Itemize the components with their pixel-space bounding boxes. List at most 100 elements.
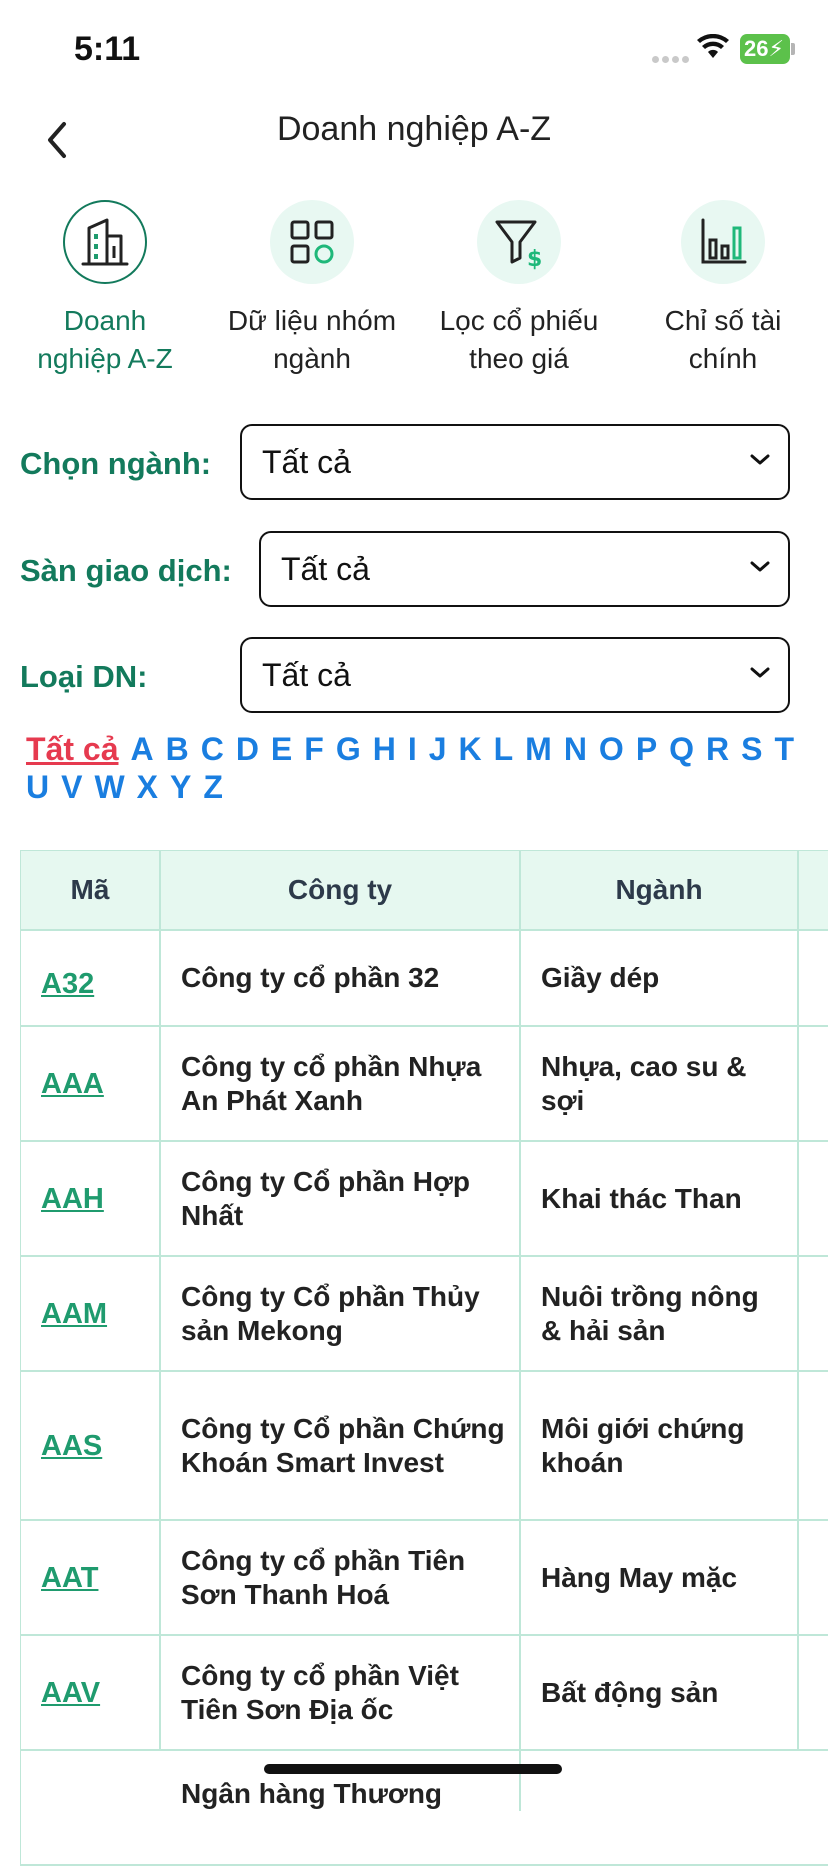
company-cell: Công ty Cổ phần Thủy sản Mekong bbox=[161, 1257, 521, 1370]
letter-g[interactable]: G bbox=[336, 730, 361, 768]
letter-a[interactable]: A bbox=[130, 730, 153, 768]
exchange-select[interactable]: Tất cả bbox=[259, 531, 790, 607]
battery-indicator: 26⚡ bbox=[740, 34, 790, 64]
code-cell: AAM bbox=[21, 1257, 161, 1370]
letter-p[interactable]: P bbox=[636, 730, 657, 768]
bar-chart-icon bbox=[701, 218, 747, 264]
letter-t[interactable]: T bbox=[775, 730, 795, 768]
code-cell: AAA bbox=[21, 1027, 161, 1140]
tab-loc-co-phieu-theo-gia[interactable]: $ Lọc cổ phiếu theo giá bbox=[414, 200, 624, 378]
letter-q[interactable]: Q bbox=[669, 730, 694, 768]
letter-l[interactable]: L bbox=[494, 730, 514, 768]
tab-du-lieu-nhom-nganh[interactable]: Dữ liệu nhóm ngành bbox=[207, 200, 417, 378]
letter-all[interactable]: Tất cả bbox=[26, 730, 118, 768]
tab-icon-circle: $ bbox=[477, 200, 561, 284]
status-bar: 5:11 26⚡ bbox=[0, 0, 828, 100]
letter-b[interactable]: B bbox=[166, 730, 189, 768]
letter-r[interactable]: R bbox=[706, 730, 729, 768]
tab-doanh-nghiep-a-z[interactable]: Doanh nghiệp A-Z bbox=[0, 200, 210, 378]
letter-o[interactable]: O bbox=[599, 730, 624, 768]
company-cell: Công ty cổ phần Nhựa An Phát Xanh bbox=[161, 1027, 521, 1140]
industry-cell: Giầy dép bbox=[521, 931, 799, 1025]
letter-k[interactable]: K bbox=[459, 730, 482, 768]
header-industry: Ngành bbox=[521, 851, 799, 929]
company-cell: Công ty cổ phần 32 bbox=[161, 931, 521, 1025]
letter-x[interactable]: X bbox=[137, 768, 158, 806]
letter-d[interactable]: D bbox=[236, 730, 259, 768]
status-time: 5:11 bbox=[74, 30, 141, 68]
letter-e[interactable]: E bbox=[271, 730, 292, 768]
header-extra bbox=[799, 851, 828, 929]
letter-i[interactable]: I bbox=[408, 730, 417, 768]
table-row[interactable]: AAA Công ty cổ phần Nhựa An Phát Xanh Nh… bbox=[21, 1027, 828, 1142]
letter-y[interactable]: Y bbox=[170, 768, 191, 806]
table-row[interactable]: AAT Công ty cổ phần Tiên Sơn Thanh Hoá H… bbox=[21, 1521, 828, 1636]
tab-icon-circle bbox=[63, 200, 147, 284]
letter-m[interactable]: M bbox=[525, 730, 552, 768]
letter-j[interactable]: J bbox=[429, 730, 447, 768]
letter-s[interactable]: S bbox=[741, 730, 762, 768]
filter-exchange: Sàn giao dịch: Tất cả bbox=[20, 531, 790, 611]
extra-cell bbox=[799, 1142, 828, 1255]
tab-label: Chỉ số tài chính bbox=[664, 305, 782, 374]
filter-industry: Chọn ngành: Tất cả bbox=[20, 424, 790, 504]
battery-tip bbox=[791, 43, 795, 55]
cellular-signal-icon bbox=[652, 50, 692, 68]
letter-v[interactable]: V bbox=[61, 768, 82, 806]
industry-select-value: Tất cả bbox=[262, 444, 351, 480]
chevron-down-icon bbox=[750, 561, 770, 572]
stock-code-link[interactable]: AAM bbox=[41, 1297, 107, 1331]
chevron-down-icon bbox=[750, 454, 770, 465]
extra-cell bbox=[799, 1027, 828, 1140]
industry-cell: Môi giới chứng khoán bbox=[521, 1372, 799, 1519]
table-row[interactable]: AAS Công ty Cổ phần Chứng Khoán Smart In… bbox=[21, 1372, 828, 1521]
tab-icon-circle bbox=[270, 200, 354, 284]
stock-code-link[interactable]: AAV bbox=[41, 1676, 100, 1710]
company-cell: Công ty cổ phần Việt Tiên Sơn Địa ốc bbox=[161, 1636, 521, 1749]
letter-c[interactable]: C bbox=[201, 730, 224, 768]
alphabet-filter: Tất cả A B C D E F G H I J K L M N O P Q R S T U V W X Y Z bbox=[26, 730, 816, 806]
stock-code-link[interactable]: AAS bbox=[41, 1429, 102, 1463]
industry-cell: Nuôi trồng nông & hải sản bbox=[521, 1257, 799, 1370]
svg-text:$: $ bbox=[527, 247, 542, 270]
letter-w[interactable]: W bbox=[94, 768, 124, 806]
extra-cell bbox=[799, 1257, 828, 1370]
code-cell: AAS bbox=[21, 1372, 161, 1519]
stock-code-link[interactable]: AAT bbox=[41, 1561, 98, 1595]
table-row[interactable]: A32 Công ty cổ phần 32 Giầy dép bbox=[21, 931, 828, 1027]
stock-code-link[interactable]: A32 bbox=[41, 967, 94, 1001]
letter-n[interactable]: N bbox=[564, 730, 587, 768]
table-row[interactable]: AAV Công ty cổ phần Việt Tiên Sơn Địa ốc… bbox=[21, 1636, 828, 1751]
type-select[interactable]: Tất cả bbox=[240, 637, 790, 713]
company-cell: Công ty Cổ phần Chứng Khoán Smart Invest bbox=[161, 1372, 521, 1519]
table-row[interactable]: AAM Công ty Cổ phần Thủy sản Mekong Nuôi… bbox=[21, 1257, 828, 1372]
stock-code-link[interactable]: AAA bbox=[41, 1067, 104, 1101]
stock-code-link[interactable]: AAH bbox=[41, 1182, 104, 1216]
table-row[interactable]: AAH Công ty Cổ phần Hợp Nhất Khai thác T… bbox=[21, 1142, 828, 1257]
filter-industry-label: Chọn ngành: bbox=[20, 446, 212, 481]
tab-chi-so-tai-chinh[interactable]: Chỉ số tài chính bbox=[618, 200, 828, 378]
company-cell: Công ty cổ phần Tiên Sơn Thanh Hoá bbox=[161, 1521, 521, 1634]
extra-cell bbox=[799, 1372, 828, 1519]
header: Doanh nghiệp A-Z bbox=[0, 100, 828, 180]
filter-exchange-label: Sàn giao dịch: bbox=[20, 553, 232, 588]
industry-select[interactable]: Tất cả bbox=[240, 424, 790, 500]
building-icon bbox=[81, 218, 129, 266]
code-cell: AAH bbox=[21, 1142, 161, 1255]
header-company: Công ty bbox=[161, 851, 521, 929]
letter-z[interactable]: Z bbox=[203, 768, 223, 806]
letter-u[interactable]: U bbox=[26, 768, 49, 806]
type-select-value: Tất cả bbox=[262, 657, 351, 693]
page-title: Doanh nghiệp A-Z bbox=[276, 110, 552, 148]
letter-f[interactable]: F bbox=[304, 730, 324, 768]
code-cell: AAV bbox=[21, 1636, 161, 1749]
code-cell: A32 bbox=[21, 931, 161, 1025]
battery-level: 26 bbox=[744, 36, 769, 61]
home-indicator bbox=[264, 1764, 562, 1774]
tab-icon-circle bbox=[681, 200, 765, 284]
industry-cell: Hàng May mặc bbox=[521, 1521, 799, 1634]
company-cell: Công ty Cổ phần Hợp Nhất bbox=[161, 1142, 521, 1255]
letter-h[interactable]: H bbox=[373, 730, 396, 768]
tab-label: Dữ liệu nhóm ngành bbox=[227, 305, 397, 374]
wifi-icon bbox=[697, 34, 729, 58]
